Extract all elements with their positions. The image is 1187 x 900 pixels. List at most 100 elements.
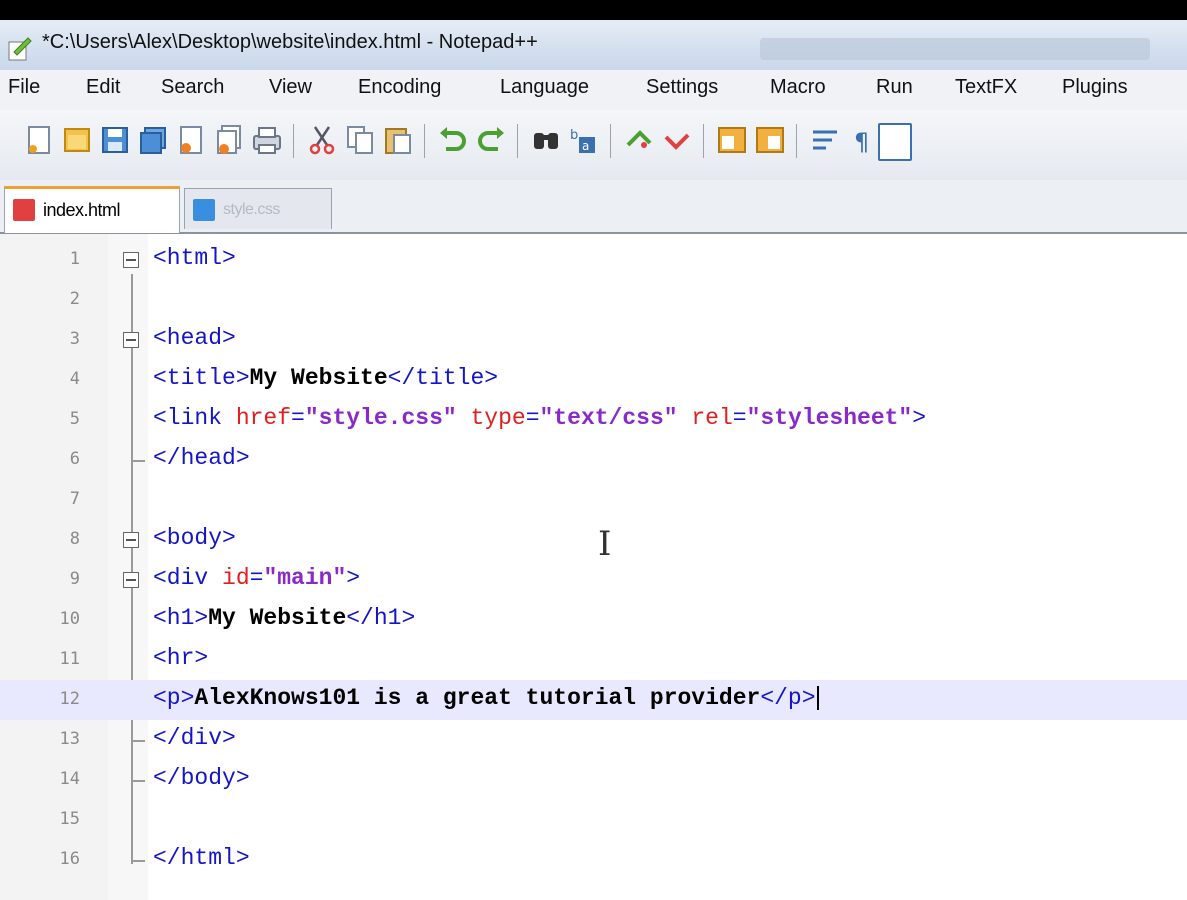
svg-text:a: a — [582, 139, 589, 153]
find-icon[interactable] — [529, 123, 563, 157]
copy-icon[interactable] — [343, 123, 377, 157]
line-number: 11 — [59, 649, 80, 669]
screen-top-edge — [0, 0, 1187, 20]
code-text: <title>My Website</title> — [153, 365, 498, 391]
close-all-icon[interactable] — [212, 123, 246, 157]
code-token-tag: </body> — [153, 765, 250, 791]
menu-plugins[interactable]: Plugins — [1062, 76, 1128, 99]
toolbar-separator — [293, 124, 294, 158]
code-line[interactable]: 1 <html> — [0, 240, 1187, 280]
code-token-tag: </h1> — [346, 605, 416, 631]
code-token-attr: type — [470, 405, 526, 431]
code-token-str: "style.css" — [304, 405, 457, 431]
sync-horizontal-icon[interactable] — [753, 123, 787, 157]
menu-search[interactable]: Search — [161, 76, 224, 99]
print-icon[interactable] — [250, 123, 284, 157]
code-line[interactable]: 7 — [0, 480, 1187, 520]
code-token-tag: > — [346, 565, 361, 591]
show-all-chars-icon[interactable]: ¶ — [846, 123, 880, 157]
zoom-out-icon[interactable] — [660, 123, 694, 157]
new-file-icon[interactable] — [22, 123, 56, 157]
code-token-str: "text/css" — [539, 405, 678, 431]
menu-run[interactable]: Run — [876, 76, 913, 99]
line-number: 3 — [69, 329, 80, 349]
code-line[interactable]: 5 <link href="style.css" type="text/css" … — [0, 400, 1187, 440]
code-token-tag: <title> — [153, 365, 250, 391]
line-number: 2 — [69, 289, 80, 309]
tab-bar: index.html style.css — [0, 180, 1187, 234]
line-number: 6 — [69, 449, 80, 469]
menu-view[interactable]: View — [269, 76, 312, 99]
code-line[interactable]: 8 <body> — [0, 520, 1187, 560]
open-file-icon[interactable] — [60, 123, 94, 157]
code-editor[interactable]: 1 <html> 2 3 <head> 4 <title>My Website</title… — [0, 234, 1187, 900]
word-wrap-icon[interactable] — [808, 123, 842, 157]
sync-vertical-icon[interactable] — [715, 123, 749, 157]
code-token-tag: <p> — [153, 685, 195, 711]
code-line[interactable]: 4 <title>My Website</title> — [0, 360, 1187, 400]
code-token-tag: <html> — [153, 245, 236, 271]
code-text: <hr> — [153, 645, 208, 671]
code-line[interactable]: 12 <p>AlexKnows101 is a great tutorial pr… — [0, 680, 1187, 720]
code-token-txt: My Website — [249, 365, 388, 391]
cut-icon[interactable] — [305, 123, 339, 157]
save-icon[interactable] — [98, 123, 132, 157]
code-line[interactable]: 3 <head> — [0, 320, 1187, 360]
menu-language[interactable]: Language — [500, 76, 589, 99]
code-token-str: "main" — [263, 565, 347, 591]
fold-toggle-icon[interactable] — [123, 332, 139, 348]
code-line[interactable]: 6 </head> — [0, 440, 1187, 480]
toolbar: ba ¶ — [0, 110, 1187, 181]
code-line[interactable]: 15 — [0, 800, 1187, 840]
zoom-in-icon[interactable] — [622, 123, 656, 157]
code-token-tag — [678, 405, 692, 431]
code-text: </div> — [153, 725, 236, 751]
save-all-icon[interactable] — [136, 123, 170, 157]
code-token-tag: = — [249, 565, 264, 591]
toolbar-separator — [610, 124, 611, 158]
fold-toggle-icon[interactable] — [123, 572, 139, 588]
fold-end-marker — [131, 720, 145, 742]
notepad-plus-plus-app-icon — [8, 37, 32, 61]
close-icon[interactable] — [174, 123, 208, 157]
tab-index-html[interactable]: index.html — [4, 186, 180, 233]
indent-guide-icon[interactable] — [878, 123, 912, 161]
code-line[interactable]: 10 <h1>My Website</h1> — [0, 600, 1187, 640]
line-number: 9 — [69, 569, 80, 589]
redo-icon[interactable] — [474, 123, 508, 157]
text-caret — [816, 685, 819, 710]
code-token-tag: = — [732, 405, 747, 431]
code-line[interactable]: 2 — [0, 280, 1187, 320]
code-token-tag: = — [291, 405, 305, 431]
replace-icon[interactable]: ba — [567, 123, 601, 157]
menu-file[interactable]: File — [8, 76, 40, 99]
blurred-taskbar-region — [760, 38, 1150, 60]
code-text: <body> — [153, 525, 236, 551]
paste-icon[interactable] — [381, 123, 415, 157]
code-token-tag: > — [912, 405, 927, 431]
fold-toggle-icon[interactable] — [123, 252, 139, 268]
fold-toggle-icon[interactable] — [123, 532, 139, 548]
code-line[interactable]: 14 </body> — [0, 760, 1187, 800]
code-token-tag: </div> — [153, 725, 236, 751]
window-title: *C:\Users\Alex\Desktop\website\index.htm… — [42, 31, 538, 53]
menu-settings[interactable]: Settings — [646, 76, 718, 99]
code-token-tag: <head> — [153, 325, 236, 351]
code-token-attr: href — [235, 405, 292, 431]
menu-encoding[interactable]: Encoding — [358, 76, 441, 99]
menu-macro[interactable]: Macro — [770, 76, 826, 99]
menu-textfx[interactable]: TextFX — [955, 76, 1017, 99]
code-line[interactable]: 9 <div id="main"> — [0, 560, 1187, 600]
toolbar-separator — [703, 124, 704, 158]
code-token-str: "stylesheet" — [746, 405, 913, 431]
code-token-tag: </title> — [387, 365, 499, 391]
code-line[interactable]: 13 </div> — [0, 720, 1187, 760]
code-text: </html> — [153, 845, 250, 871]
tab-style-css[interactable]: style.css — [184, 188, 332, 229]
menu-edit[interactable]: Edit — [86, 76, 120, 99]
menu-bar: File Edit Search View Encoding Language … — [0, 70, 1187, 110]
code-line[interactable]: 16 </html> — [0, 840, 1187, 880]
undo-icon[interactable] — [436, 123, 470, 157]
title-bar[interactable]: *C:\Users\Alex\Desktop\website\index.htm… — [0, 20, 1187, 70]
code-line[interactable]: 11 <hr> — [0, 640, 1187, 680]
